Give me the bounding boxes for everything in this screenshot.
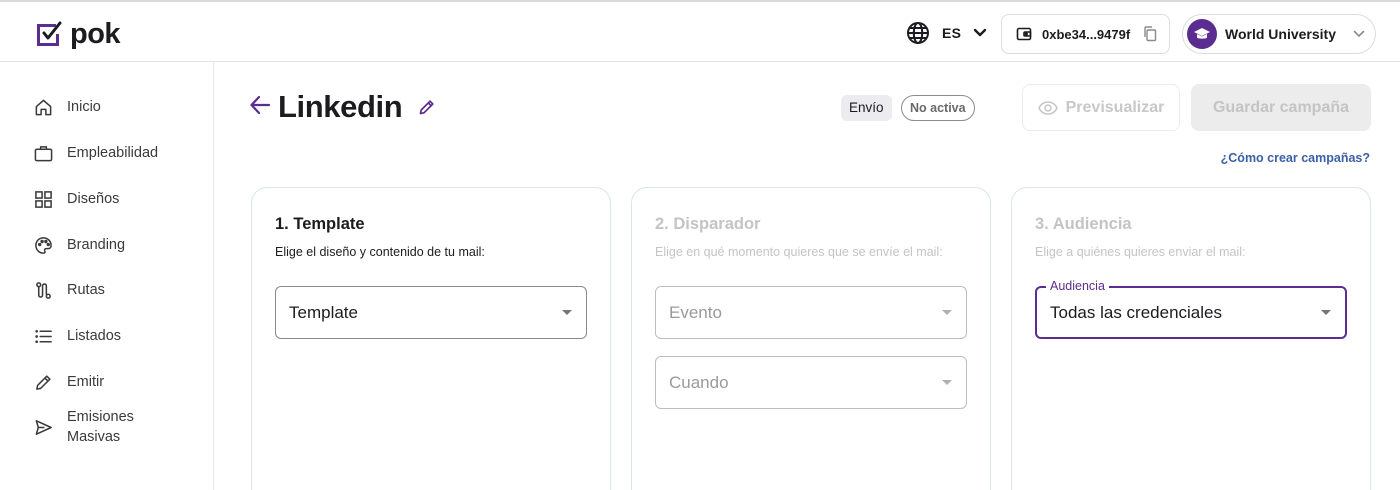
back-arrow-icon[interactable]	[249, 94, 271, 116]
audience-field-label: Audiencia	[1046, 279, 1109, 293]
when-select[interactable]: Cuando	[655, 356, 967, 409]
help-link[interactable]: ¿Cómo crear campañas?	[1221, 151, 1370, 165]
caret-down-icon	[942, 380, 952, 385]
chevron-down-icon	[974, 28, 987, 37]
top-bar: pok ES 0xbe34...9479f World University	[0, 0, 1400, 62]
palette-icon	[35, 236, 52, 254]
sidebar-item-emisiones-masivas[interactable]: Emisiones Masivas	[34, 407, 134, 447]
sidebar-item-branding[interactable]: Branding	[34, 235, 125, 255]
template-step-card: 1. Template Elige el diseño y contenido …	[251, 187, 611, 490]
caret-down-icon	[562, 310, 572, 315]
sidebar-item-label: Empleabilidad	[67, 145, 159, 161]
eye-icon	[1037, 100, 1058, 115]
audience-select[interactable]: Audiencia Todas las credenciales	[1035, 279, 1347, 339]
trigger-step-card: 2. Disparador Elige en qué momento quier…	[631, 187, 991, 490]
language-code: ES	[942, 25, 962, 41]
sidebar: Inicio Empleabilidad Diseños Branding Ru…	[0, 62, 214, 490]
pencil-icon	[36, 374, 51, 390]
send-icon	[35, 419, 52, 435]
copy-icon[interactable]	[1143, 26, 1157, 42]
account-name: World University	[1225, 26, 1336, 42]
sidebar-item-label: Emisiones Masivas	[67, 409, 134, 445]
save-campaign-button[interactable]: Guardar campaña	[1191, 84, 1371, 131]
language-selector[interactable]: ES	[906, 21, 987, 45]
wallet-address-button[interactable]: 0xbe34...9479f	[1001, 14, 1170, 54]
status-badge: No activa	[901, 95, 975, 121]
select-value: Cuando	[669, 372, 729, 392]
card-title: 3. Audiencia	[1035, 215, 1132, 233]
sidebar-item-rutas[interactable]: Rutas	[34, 280, 105, 300]
card-description: Elige a quiénes quieres enviar el mail:	[1035, 245, 1246, 259]
sidebar-item-disenos[interactable]: Diseños	[34, 189, 119, 209]
avatar	[1187, 19, 1217, 49]
logo[interactable]: pok	[34, 18, 121, 50]
wallet-address: 0xbe34...9479f	[1042, 26, 1131, 42]
card-description: Elige en qué momento quieres que se enví…	[655, 245, 943, 259]
caret-down-icon	[942, 310, 952, 315]
home-icon	[35, 99, 52, 115]
list-icon	[35, 329, 52, 343]
caret-down-icon	[1321, 310, 1331, 315]
preview-button-label: Previsualizar	[1065, 98, 1165, 116]
wallet-icon	[1016, 27, 1032, 41]
sidebar-item-label: Branding	[67, 237, 126, 253]
chevron-down-icon	[1353, 30, 1365, 38]
campaign-type-chip: Envío	[841, 95, 892, 121]
card-title: 2. Disparador	[655, 215, 761, 233]
preview-button[interactable]: Previsualizar	[1022, 84, 1180, 131]
select-value: Todas las credenciales	[1050, 302, 1222, 322]
card-title: 1. Template	[275, 215, 365, 233]
grid-icon	[35, 190, 52, 208]
account-menu[interactable]: World University	[1182, 14, 1376, 54]
select-value: Template	[289, 302, 358, 322]
card-description: Elige el diseño y contenido de tu mail:	[275, 245, 485, 259]
audience-step-card: 3. Audiencia Elige a quiénes quieres env…	[1011, 187, 1371, 490]
sidebar-item-inicio[interactable]: Inicio	[34, 97, 101, 117]
briefcase-icon	[34, 145, 53, 161]
logo-check-icon	[37, 21, 62, 46]
sidebar-item-listados[interactable]: Listados	[34, 326, 121, 346]
sidebar-item-label: Emitir	[67, 374, 105, 390]
logo-text: pok	[70, 18, 121, 50]
sidebar-item-label: Inicio	[67, 99, 101, 115]
globe-icon	[907, 22, 929, 44]
save-button-label: Guardar campaña	[1212, 98, 1350, 116]
sidebar-item-label: Rutas	[67, 282, 105, 298]
sidebar-item-label: Diseños	[67, 191, 120, 207]
event-select[interactable]: Evento	[655, 286, 967, 339]
sidebar-item-label: Listados	[67, 328, 122, 344]
route-icon	[36, 281, 51, 299]
page-title: Linkedin	[278, 89, 403, 124]
select-value: Evento	[669, 302, 722, 322]
sidebar-item-empleabilidad[interactable]: Empleabilidad	[34, 143, 158, 163]
template-select[interactable]: Template	[275, 286, 587, 339]
sidebar-item-emitir[interactable]: Emitir	[34, 372, 104, 392]
edit-pencil-icon[interactable]	[418, 98, 436, 116]
graduation-cap-icon	[1194, 28, 1210, 39]
